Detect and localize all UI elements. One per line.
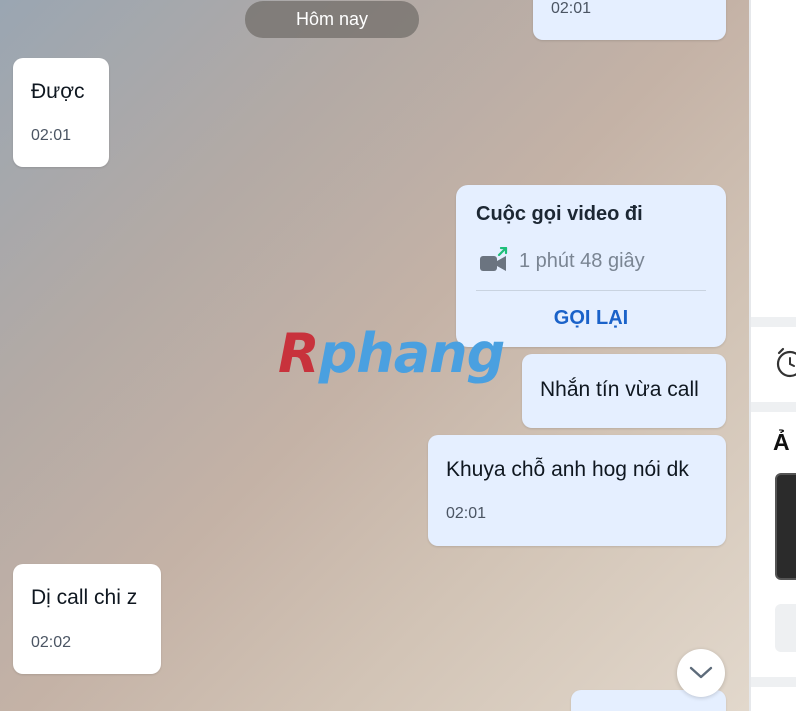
message-time: 02:01 xyxy=(446,505,487,522)
message-time: 02:02 xyxy=(31,634,72,651)
message-time: 02:01 xyxy=(551,0,592,17)
section-divider xyxy=(751,402,796,412)
watermark: Rphang xyxy=(278,322,506,385)
right-info-panel: Ả xyxy=(751,0,796,711)
call-title: Cuộc gọi video đi xyxy=(476,203,643,225)
media-section-title: Ả xyxy=(773,429,790,455)
media-thumbnail[interactable] xyxy=(775,473,796,580)
day-separator-label: Hôm nay xyxy=(295,9,369,29)
watermark-rest: phang xyxy=(318,322,506,385)
watermark-first-letter: R xyxy=(278,322,320,385)
video-call-outgoing-icon xyxy=(479,246,509,275)
message-bubble-incoming[interactable]: Được 02:01 xyxy=(13,58,109,167)
section-divider xyxy=(751,317,796,327)
message-text: Được xyxy=(31,80,85,103)
chevron-down-icon xyxy=(688,665,714,681)
message-bubble-incoming[interactable]: Dị call chi z 02:02 xyxy=(13,564,161,674)
message-bubble-outgoing[interactable]: Nhắn tín vừa call xyxy=(522,354,726,428)
view-all-button[interactable] xyxy=(775,604,796,652)
message-bubble-outgoing[interactable]: Khuya chỗ anh hog nói dk 02:01 xyxy=(428,435,726,546)
scroll-to-bottom-button[interactable] xyxy=(677,649,725,697)
day-separator: Hôm nay xyxy=(245,1,419,38)
message-text: Nhắn tín vừa call xyxy=(540,378,699,401)
message-bubble-outgoing-partial[interactable]: 02:01 xyxy=(533,0,726,40)
chat-area: 02:01 Hôm nay Được 02:01 Cuộc gọi video … xyxy=(0,0,749,711)
call-card-divider xyxy=(476,290,706,291)
message-text: Dị call chi z xyxy=(31,586,138,609)
call-duration: 1 phút 48 giây xyxy=(519,250,645,272)
message-text: Khuya chỗ anh hog nói dk xyxy=(446,458,689,481)
section-divider xyxy=(751,677,796,687)
message-time: 02:01 xyxy=(31,127,72,144)
alarm-clock-icon[interactable] xyxy=(773,345,796,379)
